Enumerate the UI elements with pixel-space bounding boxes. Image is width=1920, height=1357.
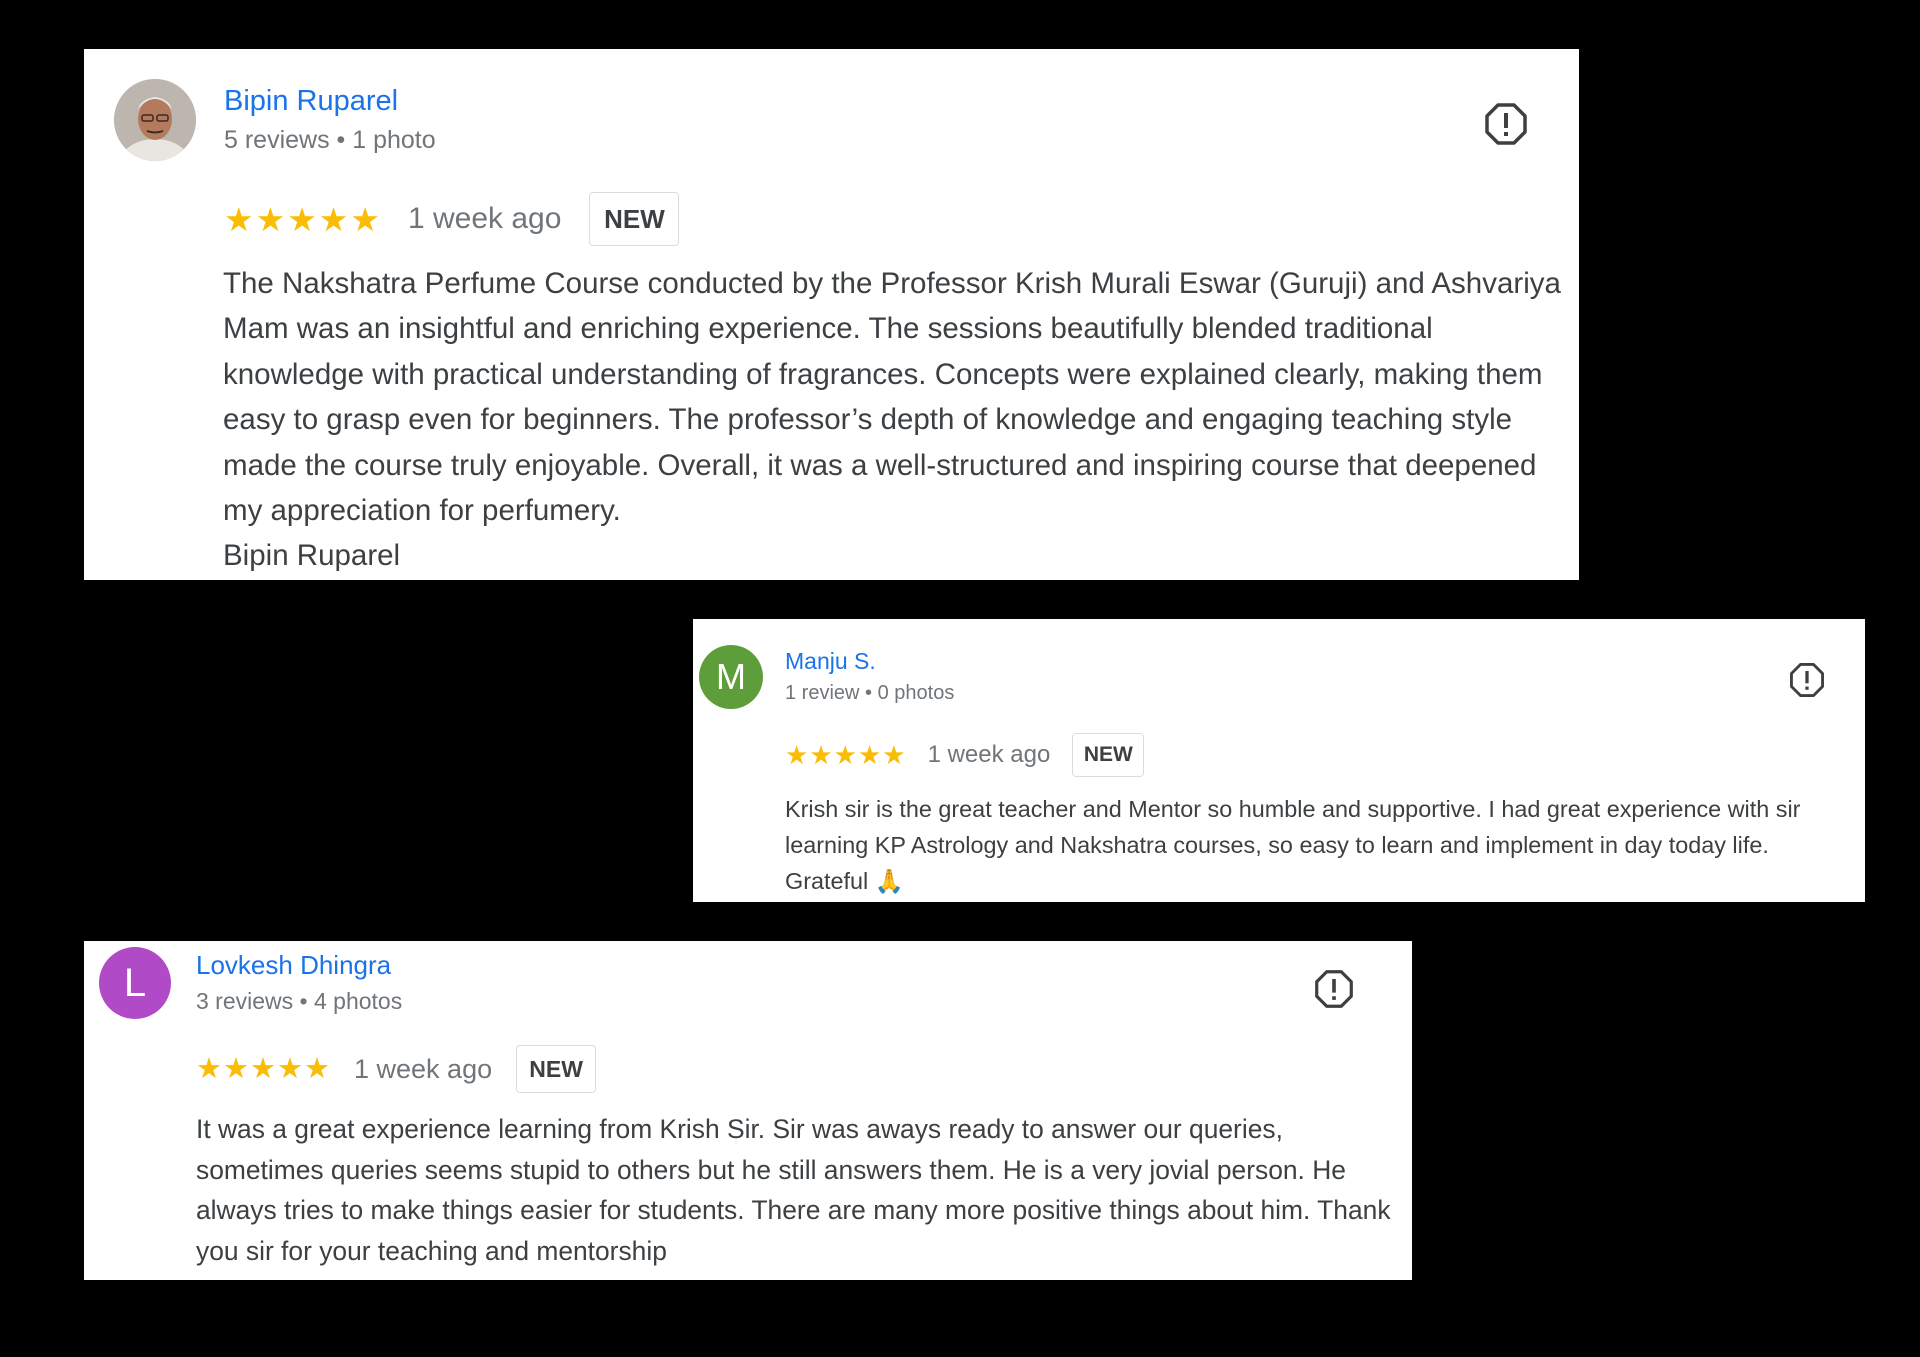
star-icon: ★ bbox=[882, 740, 906, 770]
star-icon: ★ bbox=[224, 200, 254, 238]
star-icon: ★ bbox=[350, 200, 380, 238]
reviewer-name[interactable]: Manju S. bbox=[785, 648, 876, 675]
review-body: It was a great experience learning from … bbox=[196, 1114, 1391, 1266]
review-signature: Bipin Ruparel bbox=[223, 539, 401, 573]
avatar-letter: M bbox=[716, 656, 746, 697]
avatar-letter: L bbox=[123, 960, 147, 1005]
review-text: Krish sir is the great teacher and Mento… bbox=[785, 791, 1855, 899]
reviewer-avatar[interactable] bbox=[114, 79, 196, 161]
reviewer-meta: 3 reviews • 4 photos bbox=[196, 988, 403, 1014]
review-body: The Nakshatra Perfume Course conducted b… bbox=[223, 267, 1561, 528]
reviewer-meta: 1 review • 0 photos bbox=[785, 682, 955, 704]
report-flag-icon[interactable] bbox=[1789, 662, 1825, 703]
star-icon: ★ bbox=[304, 1052, 330, 1085]
report-flag-icon[interactable] bbox=[1484, 102, 1528, 151]
star-icon: ★ bbox=[250, 1052, 276, 1085]
folded-hands-emoji: 🙏 bbox=[874, 868, 904, 894]
rating-row: ★ ★ ★ ★ ★ 1 week ago NEW bbox=[785, 733, 1145, 777]
review-time: 1 week ago bbox=[927, 741, 1051, 768]
new-badge: NEW bbox=[589, 192, 680, 246]
review-card: L Lovkesh Dhingra 3 reviews • 4 photos ★… bbox=[84, 941, 1412, 1280]
new-badge: NEW bbox=[516, 1045, 597, 1093]
star-icon: ★ bbox=[318, 200, 349, 238]
reviewer-name[interactable]: Bipin Ruparel bbox=[224, 85, 398, 118]
star-icon: ★ bbox=[785, 740, 809, 770]
star-icon: ★ bbox=[833, 740, 857, 770]
reviewer-meta: 5 reviews • 1 photo bbox=[224, 126, 436, 154]
review-body: Krish sir is the great teacher and Mento… bbox=[785, 796, 1801, 894]
review-text: The Nakshatra Perfume Course conducted b… bbox=[223, 261, 1573, 579]
star-icon: ★ bbox=[277, 1052, 303, 1085]
star-icon: ★ bbox=[287, 200, 317, 238]
rating-row: ★ ★ ★ ★ ★ 1 week ago NEW bbox=[196, 1045, 597, 1093]
reviewer-name[interactable]: Lovkesh Dhingra bbox=[196, 950, 391, 981]
star-icon: ★ bbox=[857, 740, 882, 770]
rating-row: ★ ★ ★ ★ ★ 1 week ago NEW bbox=[224, 192, 680, 246]
star-rating: ★ ★ ★ ★ ★ bbox=[196, 1052, 330, 1085]
star-icon: ★ bbox=[196, 1052, 222, 1085]
star-icon: ★ bbox=[255, 200, 286, 238]
report-flag-icon[interactable] bbox=[1314, 969, 1354, 1014]
star-icon: ★ bbox=[223, 1052, 249, 1085]
new-badge: NEW bbox=[1072, 733, 1145, 777]
review-text: It was a great experience learning from … bbox=[196, 1109, 1406, 1271]
review-time: 1 week ago bbox=[354, 1053, 493, 1084]
review-card: Bipin Ruparel 5 reviews • 1 photo ★ ★ ★ ★ ★ … bbox=[84, 49, 1579, 580]
star-icon: ★ bbox=[809, 740, 833, 770]
review-time: 1 week ago bbox=[407, 202, 562, 235]
reviewer-avatar[interactable]: M bbox=[699, 645, 763, 709]
reviewer-avatar[interactable]: L bbox=[99, 947, 171, 1019]
review-card: M Manju S. 1 review • 0 photos ★ ★ ★ ★ ★ 1 w… bbox=[693, 619, 1865, 902]
star-rating: ★ ★ ★ ★ ★ bbox=[785, 742, 906, 768]
person-photo-avatar bbox=[114, 79, 196, 161]
star-rating: ★ ★ ★ ★ ★ bbox=[224, 203, 380, 236]
